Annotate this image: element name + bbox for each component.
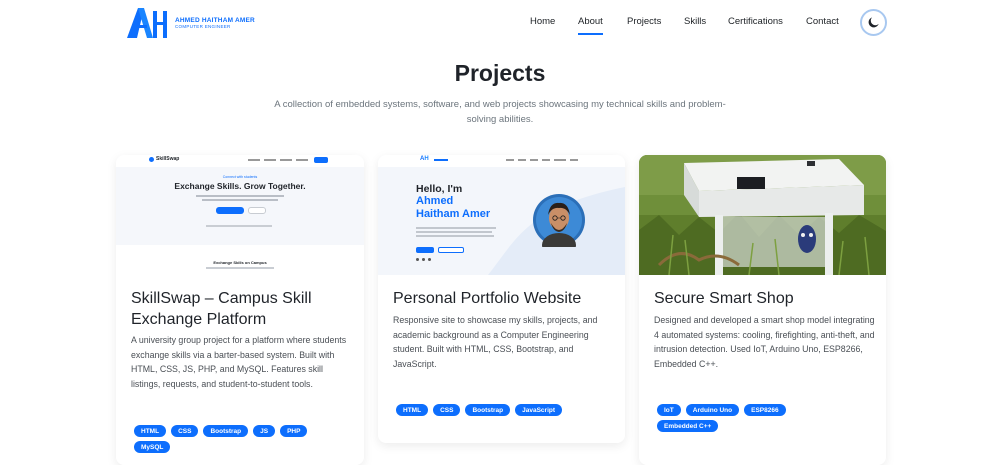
tag: Bootstrap [465, 404, 511, 416]
tag: Arduino Uno [685, 404, 740, 416]
tag: Bootstrap [203, 425, 249, 437]
tag: MySQL [134, 441, 171, 453]
thumb-logo: AH [420, 156, 429, 162]
nav-projects[interactable]: Projects [627, 16, 661, 27]
project-title: Personal Portfolio Website [393, 290, 582, 307]
nav-home[interactable]: Home [530, 16, 555, 27]
project-description: A university group project for a platfor… [131, 335, 347, 389]
project-card-portfolio[interactable]: AH Hello, I'm Ahmed Haitham Amer Persona… [378, 155, 625, 443]
thumb-kicker: Connect with students [222, 175, 258, 179]
thumb-hello: Hello, I'm [416, 183, 463, 195]
nav-about[interactable]: About [578, 16, 603, 35]
project-thumbnail [639, 155, 886, 275]
smart-shop-photo [639, 155, 886, 275]
avatar [533, 194, 585, 247]
tag: CSS [433, 404, 461, 416]
project-thumbnail: AH Hello, I'm Ahmed Haitham Amer [378, 155, 625, 275]
tag: JavaScript [515, 404, 563, 416]
navbar: AHMED HAITHAM AMER COMPUTER ENGINEER Hom… [0, 0, 1000, 46]
project-tags: HTML CSS Bootstrap JavaScript [396, 404, 606, 416]
thumb-name-first: Ahmed [416, 195, 454, 207]
section-title: Projects [454, 60, 546, 86]
thumb-name-last: Haitham Amer [416, 208, 491, 220]
tag: HTML [134, 425, 167, 437]
project-title: SkillSwap – Campus Skill Exchange Platfo… [131, 290, 312, 328]
section-subtitle: A collection of embedded systems, softwa… [274, 99, 726, 125]
tag: JS [253, 425, 276, 437]
project-description: Responsive site to showcase my skills, p… [393, 315, 598, 369]
tag: IoT [657, 404, 681, 416]
nav-skills[interactable]: Skills [684, 16, 706, 27]
project-tags: IoT Arduino Uno ESP8266 Embedded C++ [657, 404, 837, 432]
moon-icon [868, 17, 879, 28]
project-title: Secure Smart Shop [654, 290, 794, 307]
thumb-section: Exchange Skills on Campus [213, 260, 267, 265]
thumb-headline: Exchange Skills. Grow Together. [174, 181, 306, 191]
project-card-smart-shop[interactable]: Secure Smart Shop Designed and developed… [639, 155, 886, 465]
nav-links: Home About Projects Skills Certification… [0, 16, 1000, 36]
theme-toggle-button[interactable] [860, 9, 887, 36]
tag: Embedded C++ [657, 420, 719, 432]
tag: CSS [171, 425, 199, 437]
project-tags: HTML CSS Bootstrap JS PHP MySQL [134, 425, 344, 453]
project-thumbnail: SkillSwap Connect with students Exchange… [116, 155, 364, 275]
tag: ESP8266 [744, 404, 786, 416]
project-description: Designed and developed a smart shop mode… [654, 315, 875, 369]
tag: PHP [280, 425, 308, 437]
project-card-skillswap[interactable]: SkillSwap Connect with students Exchange… [116, 155, 364, 465]
thumb-logo: SkillSwap [156, 156, 180, 162]
tag: HTML [396, 404, 429, 416]
nav-certifications[interactable]: Certifications [728, 16, 783, 27]
nav-contact[interactable]: Contact [806, 16, 839, 27]
